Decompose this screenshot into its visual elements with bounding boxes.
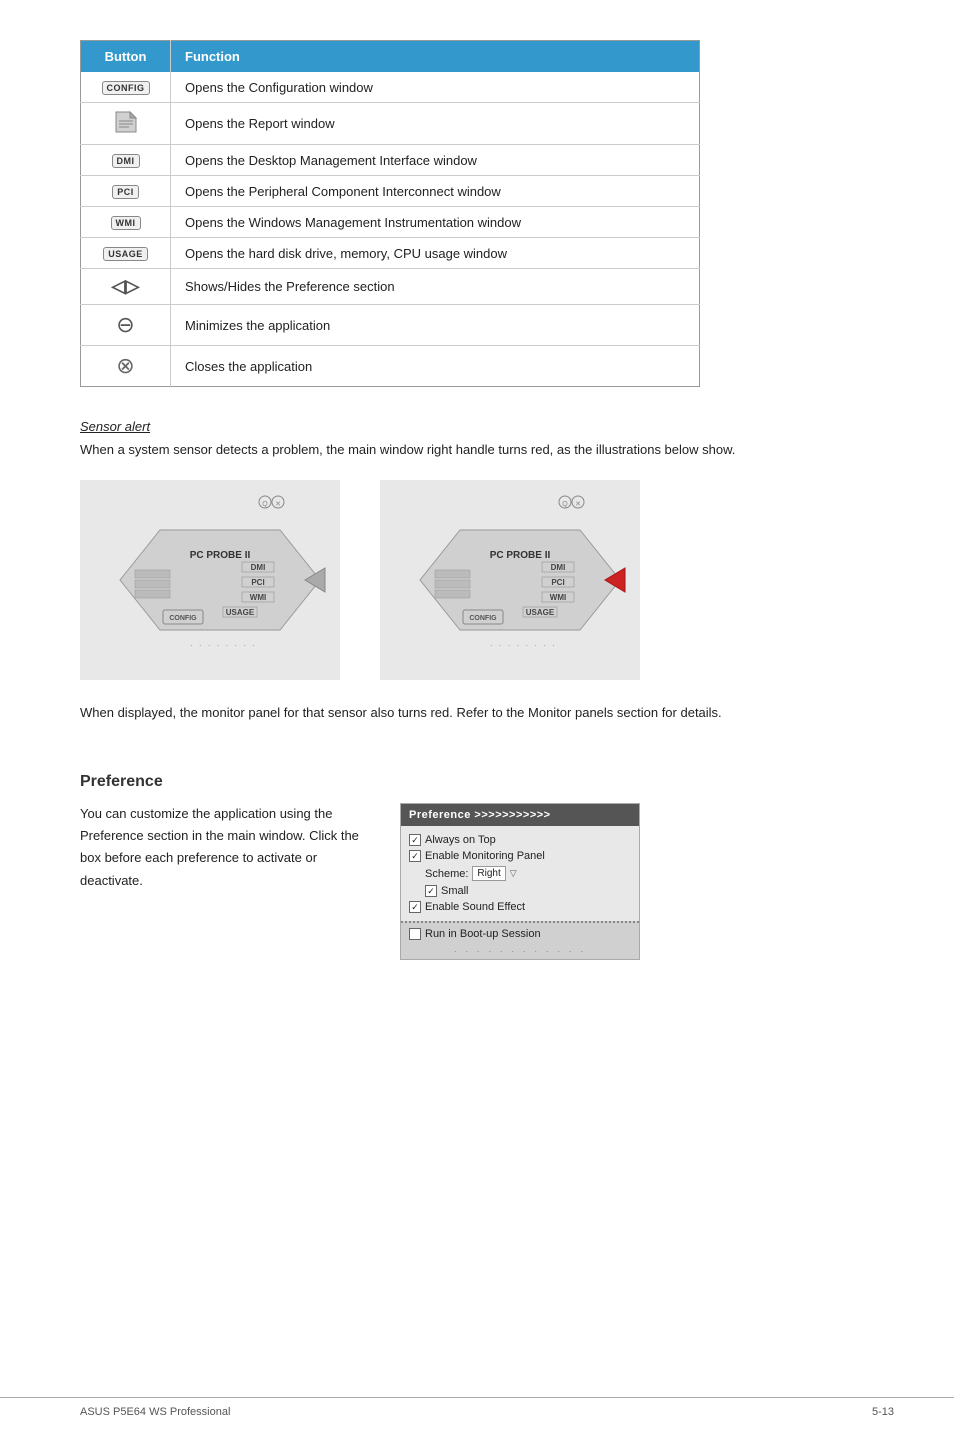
checkbox-sound-effect[interactable]: ✓ (409, 901, 421, 913)
probe-red-image: Q ✕ PC PROBE II DMI PCI WMI USAGE (380, 480, 640, 683)
svg-text:PCI: PCI (551, 578, 564, 587)
table-row: DMI Opens the Desktop Management Interfac… (81, 145, 700, 176)
svg-text:USAGE: USAGE (526, 608, 555, 617)
panel-dots: · · · · · · · · · · · · (409, 946, 631, 956)
svg-text:DMI: DMI (251, 563, 266, 572)
table-cell-function: Closes the application (171, 346, 700, 387)
checkbox-bootup[interactable] (409, 928, 421, 940)
table-cell-function: Opens the Configuration window (171, 72, 700, 103)
pref-item-always-on-top: ✓ Always on Top (409, 832, 631, 848)
table-cell-function: Opens the Desktop Management Interface w… (171, 145, 700, 176)
svg-text:✕: ✕ (575, 501, 581, 508)
svg-text:Q: Q (562, 501, 568, 508)
button-badge: PCI (112, 185, 139, 199)
table-header-button: Button (81, 41, 171, 73)
preference-panel-header: Preference >>>>>>>>>>> (401, 804, 639, 826)
preference-panel: Preference >>>>>>>>>>> ✓ Always on Top ✓… (400, 803, 640, 960)
button-function-table: Button Function CONFIG Opens the Configur… (80, 40, 700, 387)
table-cell-function: Opens the hard disk drive, memory, CPU u… (171, 238, 700, 269)
preference-panel-body: ✓ Always on Top ✓ Enable Monitoring Pane… (401, 826, 639, 921)
pref-item-scheme: Scheme: Right ▽ (409, 864, 631, 883)
pref-label-small: Small (441, 885, 469, 897)
svg-text:· · · · · · · ·: · · · · · · · · (190, 641, 257, 650)
pref-label-bootup: Run in Boot-up Session (425, 928, 541, 940)
checkbox-always-on-top[interactable]: ✓ (409, 834, 421, 846)
preference-title: Preference (80, 773, 894, 791)
svg-text:PC PROBE II: PC PROBE II (490, 550, 551, 561)
preference-section: Preference You can customize the applica… (80, 773, 894, 960)
pref-label-sound-effect: Enable Sound Effect (425, 901, 525, 913)
table-cell-button: USAGE (81, 238, 171, 269)
table-cell-button: ◁▷ (81, 269, 171, 305)
pref-item-small: ✓ Small (409, 883, 631, 899)
pref-label-scheme: Scheme: (425, 868, 468, 880)
svg-text:CONFIG: CONFIG (469, 615, 497, 622)
table-row: ⊗ Closes the application (81, 346, 700, 387)
sensor-note: When displayed, the monitor panel for th… (80, 703, 780, 724)
svg-text:WMI: WMI (550, 593, 566, 602)
table-cell-button: WMI (81, 207, 171, 238)
arrow-icon: ◁▷ (112, 276, 140, 296)
table-cell-function: Opens the Windows Management Instrumenta… (171, 207, 700, 238)
table-row: USAGE Opens the hard disk drive, memory, … (81, 238, 700, 269)
svg-text:· · · · · · · ·: · · · · · · · · (490, 641, 557, 650)
svg-text:PC PROBE II: PC PROBE II (190, 550, 251, 561)
svg-text:PCI: PCI (251, 578, 264, 587)
sensor-images-row: Q ✕ PC PROBE II DMI PCI WMI USAGE (80, 480, 894, 683)
probe-normal-image: Q ✕ PC PROBE II DMI PCI WMI USAGE (80, 480, 340, 683)
minimize-icon: ⊖ (116, 312, 134, 337)
button-badge: USAGE (103, 247, 148, 261)
table-cell-button: ⊗ (81, 346, 171, 387)
table-row: ⊖ Minimizes the application (81, 305, 700, 346)
table-cell-button: ⊖ (81, 305, 171, 346)
checkbox-enable-monitoring[interactable]: ✓ (409, 850, 421, 862)
sensor-alert-desc: When a system sensor detects a problem, … (80, 440, 780, 460)
svg-text:DMI: DMI (551, 563, 566, 572)
pref-item-bootup: Run in Boot-up Session (409, 926, 631, 942)
close-icon: ⊗ (116, 353, 134, 378)
pref-item-sound-effect: ✓ Enable Sound Effect (409, 899, 631, 915)
report-icon (112, 110, 140, 134)
svg-text:✕: ✕ (275, 501, 281, 508)
sensor-alert-section: Sensor alert When a system sensor detect… (80, 419, 894, 723)
table-cell-button (81, 103, 171, 145)
table-row: CONFIG Opens the Configuration window (81, 72, 700, 103)
button-badge: DMI (112, 154, 140, 168)
table-row: PCI Opens the Peripheral Component Interc… (81, 176, 700, 207)
checkbox-small[interactable]: ✓ (425, 885, 437, 897)
table-row: ◁▷ Shows/Hides the Preference section (81, 269, 700, 305)
button-badge: WMI (111, 216, 141, 230)
table-row: Opens the Report window (81, 103, 700, 145)
preference-description: You can customize the application using … (80, 803, 370, 891)
footer-product-name: ASUS P5E64 WS Professional (80, 1406, 230, 1418)
preference-panel-bottom: Run in Boot-up Session · · · · · · · · ·… (401, 921, 639, 959)
pref-scheme-value[interactable]: Right (472, 866, 505, 881)
sensor-alert-title: Sensor alert (80, 419, 894, 434)
svg-text:WMI: WMI (250, 593, 266, 602)
pref-item-enable-monitoring: ✓ Enable Monitoring Panel (409, 848, 631, 864)
table-row: WMI Opens the Windows Management Instrume… (81, 207, 700, 238)
table-cell-function: Minimizes the application (171, 305, 700, 346)
table-cell-function: Opens the Report window (171, 103, 700, 145)
table-header-function: Function (171, 41, 700, 73)
preference-layout: You can customize the application using … (80, 803, 894, 960)
pref-label-always-on-top: Always on Top (425, 834, 496, 846)
scheme-dropdown-arrow[interactable]: ▽ (510, 868, 517, 879)
footer-page-number: 5-13 (872, 1406, 894, 1418)
svg-text:CONFIG: CONFIG (169, 615, 197, 622)
table-cell-button: PCI (81, 176, 171, 207)
pref-label-enable-monitoring: Enable Monitoring Panel (425, 850, 545, 862)
svg-text:Q: Q (262, 501, 268, 508)
table-cell-button: DMI (81, 145, 171, 176)
table-cell-function: Shows/Hides the Preference section (171, 269, 700, 305)
table-cell-button: CONFIG (81, 72, 171, 103)
table-cell-function: Opens the Peripheral Component Interconn… (171, 176, 700, 207)
svg-text:USAGE: USAGE (226, 608, 255, 617)
button-badge: CONFIG (102, 81, 150, 95)
page-footer: ASUS P5E64 WS Professional 5-13 (0, 1397, 954, 1418)
